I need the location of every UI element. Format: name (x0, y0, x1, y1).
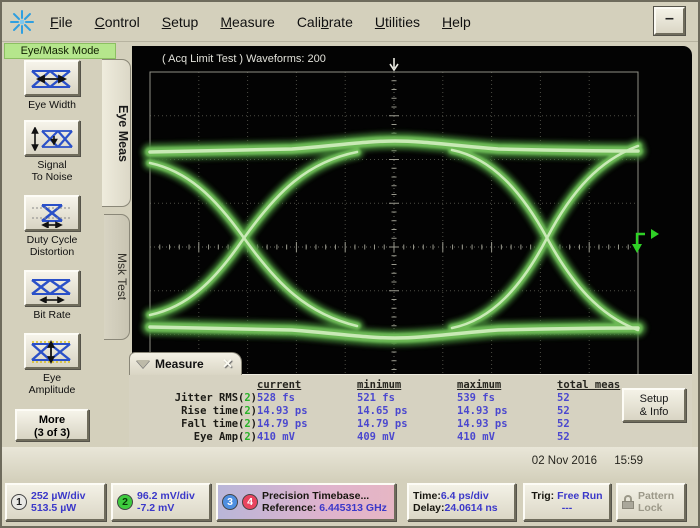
duty-cycle-label-2: Distortion (2, 246, 102, 258)
timebase-scale-button[interactable]: Time:6.4 ps/div Delay:24.0614 ns (407, 483, 516, 521)
channel-4-badge: 4 (242, 494, 258, 510)
signal-to-noise-icon (30, 127, 74, 151)
signal-to-noise-label-1: Signal (2, 159, 102, 171)
ch2-scale: 96.2 mV/div (137, 490, 195, 502)
tab-eye-meas[interactable]: Eye Meas (102, 59, 131, 207)
fall-maximum: 14.93 ps (457, 418, 557, 431)
pattern-lock-label-1: Pattern (638, 490, 674, 502)
ch1-offset: 513.5 µW (31, 502, 76, 514)
trigger-button[interactable]: Trig: Free Run --- (523, 483, 611, 521)
bit-rate-icon (30, 277, 74, 303)
channel-1-button[interactable]: 1 252 µW/div 513.5 µW (5, 483, 106, 521)
time-value: 6.4 ps/div (441, 490, 489, 502)
eye-amplitude-button[interactable] (24, 333, 80, 369)
timebase-ref-label: Reference: (262, 502, 316, 514)
eyeamp-minimum: 409 mV (357, 431, 457, 444)
minimize-button[interactable]: – (654, 7, 685, 35)
eye-width-icon (30, 67, 74, 91)
jitter-minimum: 521 fs (357, 392, 457, 405)
timebase-ref-value: 6.445313 GHz (319, 502, 387, 514)
channel-3-badge: 3 (222, 494, 238, 510)
precision-timebase-button[interactable]: 3 4 Precision Timebase... Reference: 6.4… (216, 483, 396, 521)
row-label-eye-amp: Eye Amp(2) (145, 431, 257, 444)
time-label: Time: (413, 490, 441, 502)
rise-maximum: 14.93 ps (457, 405, 557, 418)
scope-application-window: File Control Setup Measure Calibrate Uti… (0, 0, 700, 528)
trigger-position-marker (390, 58, 398, 70)
setup-info-button[interactable]: Setup& Info (622, 388, 686, 422)
bottom-bar: 1 252 µW/div 513.5 µW 2 96.2 mV/div -7.2… (2, 480, 698, 524)
fall-minimum: 14.79 ps (357, 418, 457, 431)
agilent-logo-icon (9, 9, 35, 35)
pattern-lock-label-2: Lock (638, 502, 663, 514)
row-label-rise-time: Rise time(2) (145, 405, 257, 418)
menu-bar: File Control Setup Measure Calibrate Uti… (2, 2, 698, 42)
lock-icon (622, 495, 634, 509)
duty-cycle-label-1: Duty Cycle (2, 234, 102, 246)
duty-cycle-distortion-icon (30, 202, 74, 228)
eyeamp-maximum: 410 mV (457, 431, 557, 444)
measure-panel: current minimum maximum total meas Jitte… (129, 374, 692, 447)
delay-label: Delay: (413, 502, 445, 514)
menu-utilities[interactable]: Utilities (364, 14, 431, 30)
eye-amplitude-label-1: Eye (2, 372, 102, 384)
menu-file[interactable]: File (39, 14, 84, 30)
more-button[interactable]: More (3 of 3) (15, 409, 89, 441)
date-text: 02 Nov 2016 (532, 455, 597, 467)
menu-setup[interactable]: Setup (151, 14, 210, 30)
mode-label: Eye/Mask Mode (4, 43, 116, 59)
measurement-toolbar: Eye Width Signal To Noise (2, 60, 102, 441)
menu-help[interactable]: Help (431, 14, 482, 30)
jitter-maximum: 539 fs (457, 392, 557, 405)
menu-measure[interactable]: Measure (209, 14, 285, 30)
ch1-scale: 252 µW/div (31, 490, 85, 502)
trig-label: Trig: (531, 490, 554, 502)
eyeamp-current: 410 mV (257, 431, 357, 444)
jitter-current: 528 fs (257, 392, 357, 405)
menu-calibrate[interactable]: Calibrate (286, 14, 364, 30)
status-strip: 02 Nov 2016 15:59 (2, 447, 698, 480)
eye-amplitude-label-2: Amplitude (2, 384, 102, 396)
measure-panel-tab[interactable]: Measure ✕ (129, 352, 242, 375)
rise-minimum: 14.65 ps (357, 405, 457, 418)
measure-panel-title: Measure (155, 357, 204, 371)
timebase-title: Precision Timebase... (262, 490, 369, 502)
rise-current: 14.93 ps (257, 405, 357, 418)
row-label-fall-time: Fall time(2) (145, 418, 257, 431)
delay-value: 24.0614 ns (445, 502, 498, 514)
ch2-offset: -7.2 mV (137, 502, 174, 514)
fall-current: 14.79 ps (257, 418, 357, 431)
menu-control[interactable]: Control (84, 14, 151, 30)
close-icon[interactable]: ✕ (222, 356, 233, 372)
eye-width-label: Eye Width (2, 99, 102, 111)
trigger-level-marker-icon[interactable] (632, 229, 659, 253)
col-header-maximum: maximum (457, 379, 557, 392)
pattern-lock-button[interactable]: Pattern Lock (616, 483, 686, 521)
bit-rate-label: Bit Rate (2, 309, 102, 321)
bit-rate-button[interactable] (24, 270, 80, 306)
signal-to-noise-label-2: To Noise (2, 171, 102, 183)
channel-1-badge: 1 (11, 494, 27, 510)
time-text: 15:59 (614, 455, 643, 467)
col-header-current: current (257, 379, 357, 392)
trig-line2: --- (562, 502, 573, 514)
duty-cycle-distortion-button[interactable] (24, 195, 80, 231)
eye-width-button[interactable] (24, 60, 80, 96)
col-header-minimum: minimum (357, 379, 457, 392)
eyeamp-total: 52 (557, 431, 687, 444)
signal-to-noise-button[interactable] (24, 120, 80, 156)
channel-2-badge: 2 (117, 494, 133, 510)
datetime-display: 02 Nov 2016 15:59 (532, 455, 643, 467)
channel-2-button[interactable]: 2 96.2 mV/div -7.2 mV (111, 483, 211, 521)
eye-amplitude-icon (30, 340, 74, 364)
row-label-jitter-rms: Jitter RMS(2) (145, 392, 257, 405)
tab-msk-test[interactable]: Msk Test (104, 214, 130, 340)
collapse-triangle-icon (136, 360, 150, 368)
trig-value: Free Run (557, 490, 603, 502)
